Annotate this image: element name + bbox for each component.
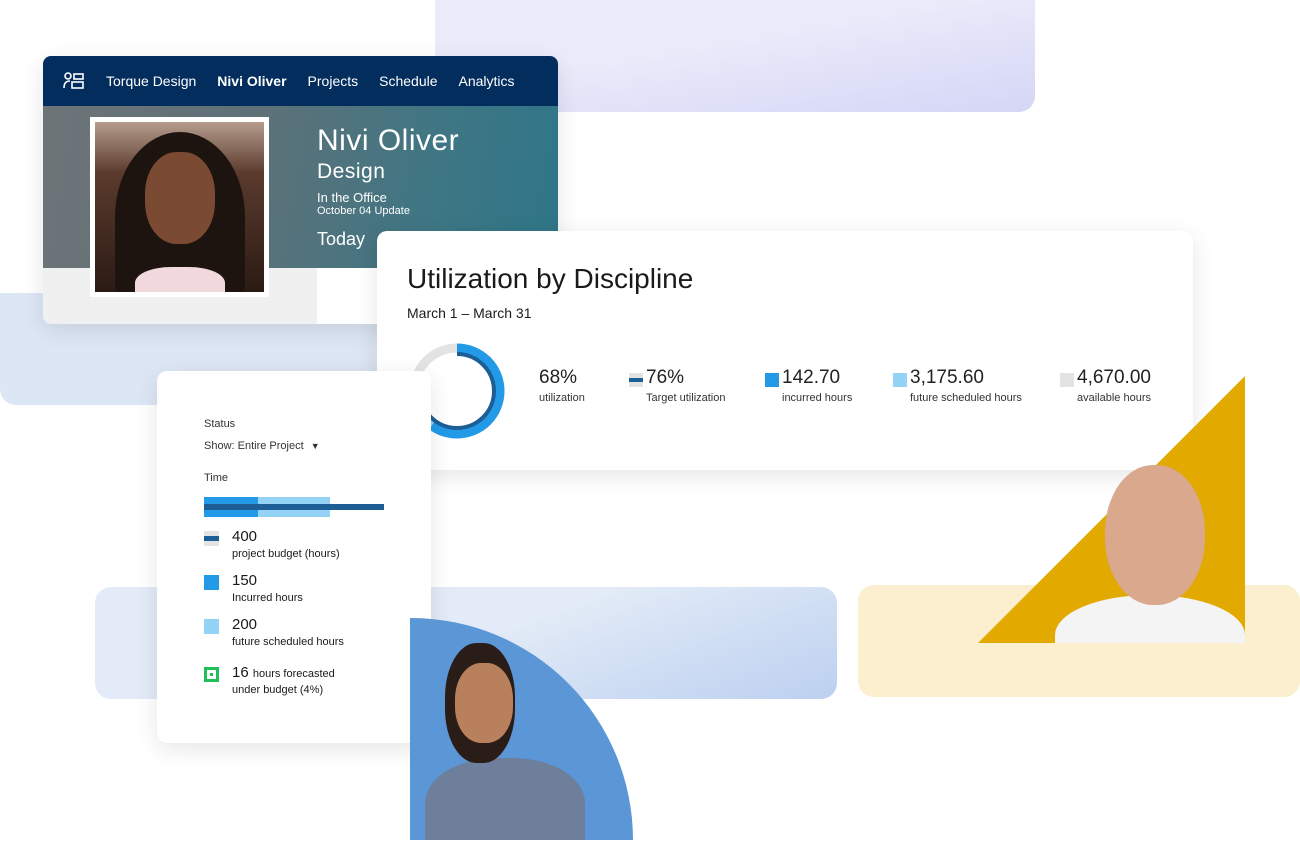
stat-label: utilization [539,392,585,404]
legend-label-2: under budget (4%) [232,684,324,696]
stat-incurred: 142.70 incurred hours [765,367,853,404]
stat-future: 3,175.60 future scheduled hours [893,367,1022,404]
legend-under-budget: 16 hours forecasted under budget (4%) [204,664,335,696]
nav-torque-design[interactable]: Torque Design [106,73,196,89]
filter-value: Show: Entire Project [204,440,304,452]
stat-value: 4,670.00 [1077,367,1151,388]
legend-future: 200 future scheduled hours [204,616,344,648]
profile-department: Design [317,160,386,183]
profile-name: Nivi Oliver [317,124,460,157]
profile-photo [90,117,269,297]
top-nav: Torque Design Nivi Oliver Projects Sched… [43,56,558,106]
utilization-title: Utilization by Discipline [407,263,694,294]
budget-swatch [204,531,219,546]
stat-label: incurred hours [782,392,853,404]
nav-analytics[interactable]: Analytics [459,73,515,89]
legend-label: future scheduled hours [232,636,344,648]
caret-down-icon: ▼ [310,441,320,451]
profile-location: In the Office [317,190,387,205]
nav-schedule[interactable]: Schedule [379,73,437,89]
man-photo [1050,465,1245,643]
under-budget-icon [204,667,219,682]
legend-label: project budget (hours) [232,548,340,560]
show-filter-dropdown[interactable]: Show: Entire Project ▼ [204,440,320,452]
incurred-swatch [204,575,219,590]
time-label: Time [204,472,229,484]
available-swatch [1060,373,1074,387]
donut-target-ring [418,352,496,430]
stat-utilization: 68% utilization [539,367,585,404]
stat-value: 76% [646,367,685,388]
legend-incurred: 150 Incurred hours [204,572,303,604]
status-title: Status [204,418,236,430]
target-swatch [629,373,643,387]
stat-target: 76% Target utilization [629,367,726,404]
stat-label: future scheduled hours [910,392,1022,404]
incurred-swatch [765,373,779,387]
future-swatch [204,619,219,634]
utilization-date-range: March 1 – March 31 [407,305,532,321]
time-bar [204,497,384,517]
stat-label: available hours [1077,392,1151,404]
stat-label: Target utilization [646,392,726,404]
nav-projects[interactable]: Projects [308,73,359,89]
stat-available: 4,670.00 available hours [1060,367,1151,404]
legend-label: Incurred hours [232,592,303,604]
legend-value: 400 [232,528,258,545]
legend-budget: 400 project budget (hours) [204,528,340,560]
utilization-card: Utilization by Discipline March 1 – Marc… [377,231,1193,470]
status-card: Status Show: Entire Project ▼ Time 400 pr… [157,371,431,743]
legend-value: 16 [232,664,249,681]
profile-update: October 04 Update [317,205,410,217]
nav-nivi-oliver[interactable]: Nivi Oliver [217,73,286,89]
stat-value: 3,175.60 [910,367,984,388]
bar-budget [204,504,384,510]
people-directory-icon[interactable] [63,72,85,90]
stat-value: 142.70 [782,367,841,388]
legend-label: hours forecasted [252,668,335,680]
stat-value: 68% [539,367,578,388]
legend-value: 150 [232,572,258,589]
future-swatch [893,373,907,387]
legend-value: 200 [232,616,258,633]
